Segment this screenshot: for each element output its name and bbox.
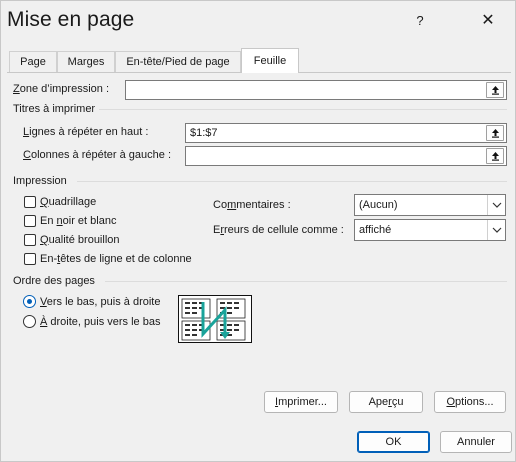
dialog-title: Mise en page: [7, 8, 135, 31]
sheet-tab-panel: Zone d’impression : Titres à imprimer Li…: [7, 72, 511, 418]
chevron-down-icon: [492, 227, 502, 233]
title-bar: Mise en page ? ✕: [1, 1, 515, 45]
comments-dropdown-arrow[interactable]: [487, 195, 505, 215]
collapse-arrow-icon: [492, 152, 499, 161]
page-setup-dialog: Mise en page ? ✕ Page Marges En-tête/Pie…: [0, 0, 516, 462]
down-then-over-radio[interactable]: [23, 295, 36, 308]
row-column-headings-checkbox[interactable]: [24, 253, 36, 265]
tab-page[interactable]: Page: [9, 51, 57, 72]
cell-errors-dropdown-arrow[interactable]: [487, 220, 505, 240]
tab-header-footer[interactable]: En-tête/Pied de page: [115, 51, 241, 72]
chevron-down-icon: [492, 202, 502, 208]
tab-margins[interactable]: Marges: [57, 51, 115, 72]
over-then-down-label: À droite, puis vers le bas: [40, 316, 161, 328]
options-button[interactable]: Options...: [434, 391, 506, 413]
print-area-label: Zone d’impression :: [13, 83, 110, 95]
black-and-white-label: En noir et blanc: [40, 215, 117, 227]
print-titles-group-title: Titres à imprimer: [13, 103, 100, 115]
comments-select[interactable]: (Aucun): [354, 194, 506, 216]
print-button[interactable]: Imprimer...: [264, 391, 338, 413]
print-area-collapse-button[interactable]: [486, 82, 504, 98]
comments-label: Commentaires :: [213, 199, 291, 211]
columns-to-repeat-label: Colonnes à répéter à gauche :: [23, 149, 171, 161]
cancel-button[interactable]: Annuler: [440, 431, 512, 453]
print-titles-divider: [97, 109, 507, 110]
print-preview-button[interactable]: Aperçu: [349, 391, 423, 413]
rows-to-repeat-input[interactable]: $1:$7: [185, 123, 507, 143]
print-divider: [77, 181, 507, 182]
cell-errors-select[interactable]: affiché: [354, 219, 506, 241]
columns-collapse-button[interactable]: [486, 148, 504, 164]
tab-strip: Page Marges En-tête/Pied de page Feuille: [7, 48, 511, 73]
collapse-arrow-icon: [492, 129, 499, 138]
collapse-arrow-icon: [492, 86, 499, 95]
over-then-down-radio[interactable]: [23, 315, 36, 328]
rows-to-repeat-label: Lignes à répéter en haut :: [23, 126, 149, 138]
help-button[interactable]: ?: [405, 9, 435, 33]
gridlines-checkbox[interactable]: [24, 196, 36, 208]
tab-sheet[interactable]: Feuille: [241, 48, 299, 73]
draft-quality-checkbox[interactable]: [24, 234, 36, 246]
page-order-divider: [105, 281, 507, 282]
down-then-over-label: Vers le bas, puis à droite: [40, 296, 161, 308]
columns-to-repeat-input[interactable]: [185, 146, 507, 166]
print-group-title: Impression: [13, 175, 71, 187]
rows-collapse-button[interactable]: [486, 125, 504, 141]
close-button[interactable]: ✕: [473, 9, 503, 33]
page-order-preview-image: [178, 295, 252, 343]
gridlines-label: Quadrillage: [40, 196, 97, 208]
ok-button[interactable]: OK: [357, 431, 430, 453]
cell-errors-label: Erreurs de cellule comme :: [213, 224, 344, 236]
page-order-group-title: Ordre des pages: [13, 275, 99, 287]
page-order-diagram-icon: [181, 298, 246, 341]
row-column-headings-label: En-têtes de ligne et de colonne: [40, 253, 192, 265]
draft-quality-label: Qualité brouillon: [40, 234, 120, 246]
black-and-white-checkbox[interactable]: [24, 215, 36, 227]
print-area-input[interactable]: [125, 80, 507, 100]
